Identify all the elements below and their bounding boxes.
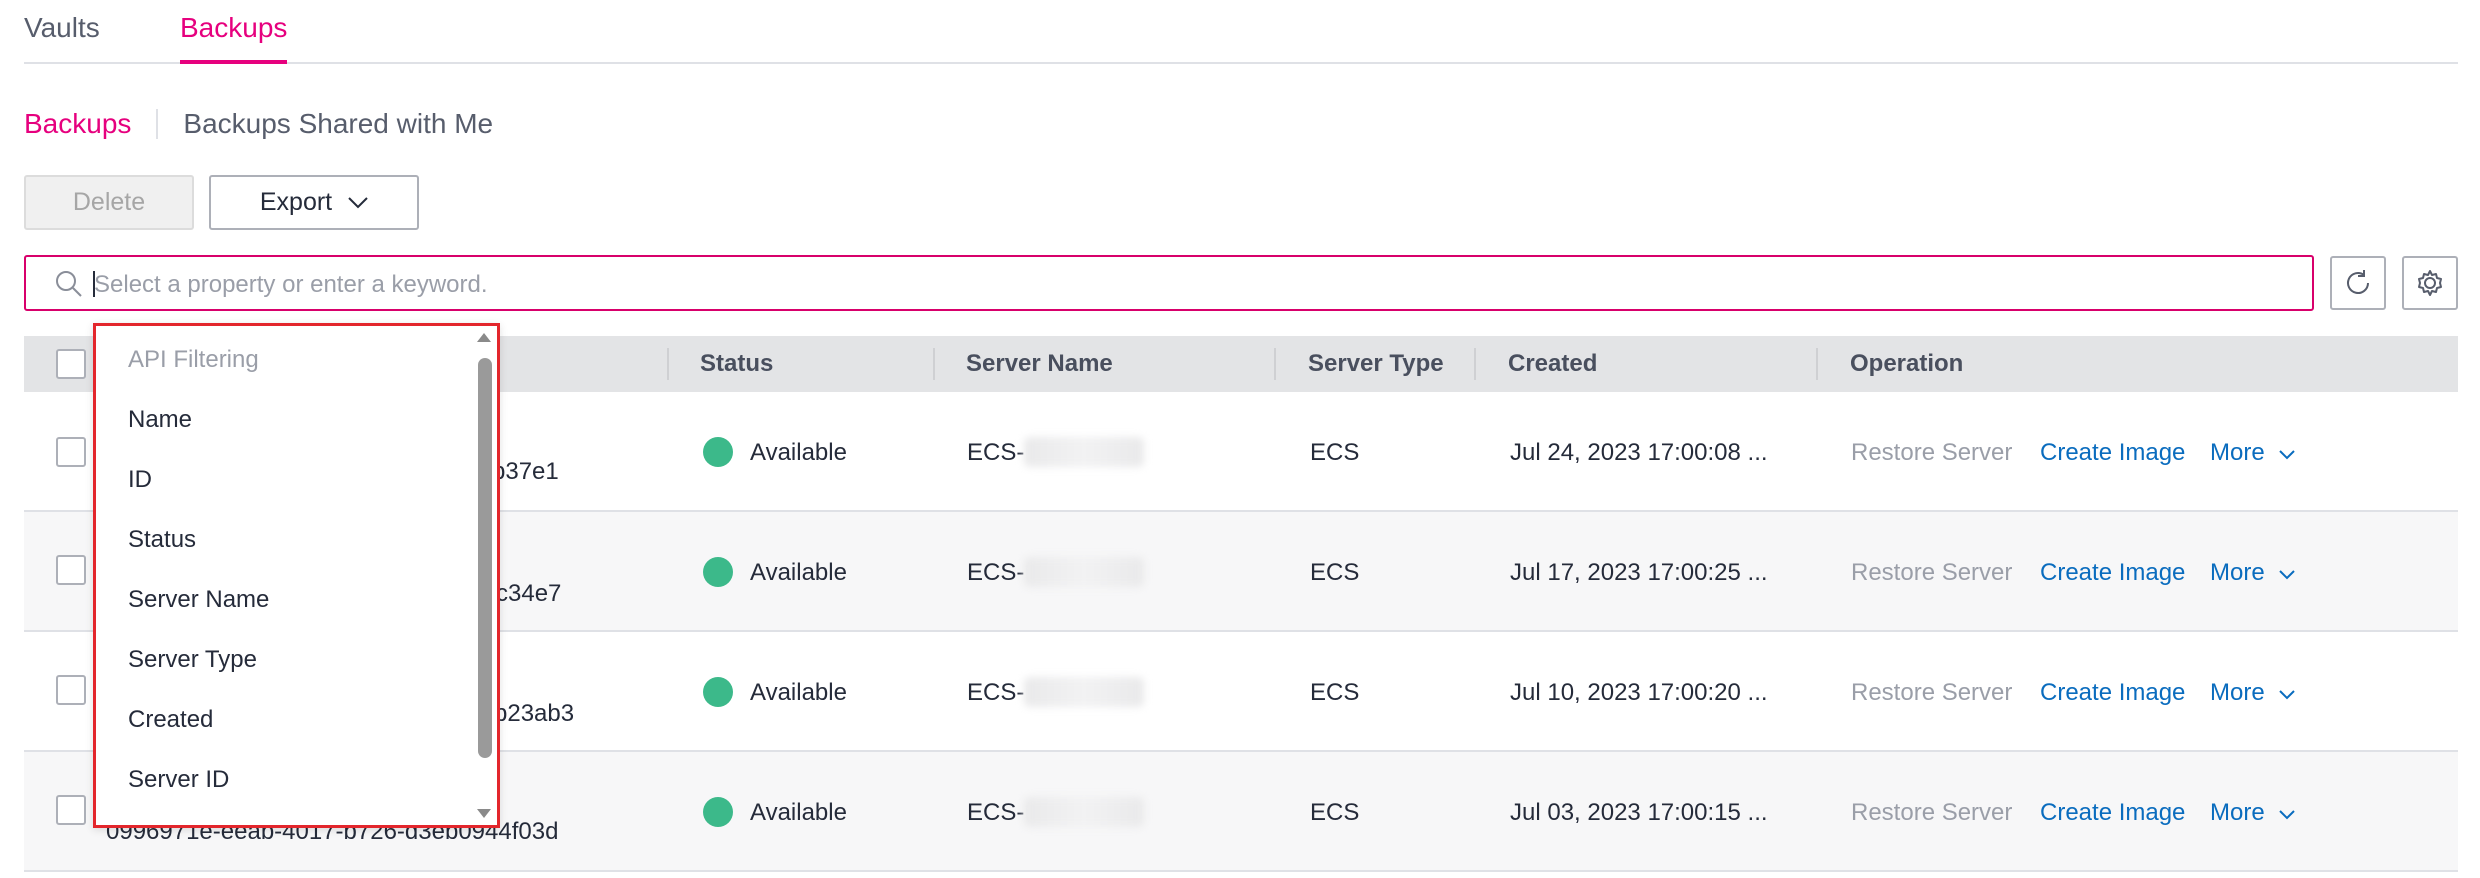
column-separator (667, 348, 669, 380)
search-icon (56, 271, 82, 297)
status-text: Available (750, 439, 847, 466)
tab-vaults[interactable]: Vaults (24, 10, 100, 46)
restore-server-link[interactable]: Restore Server (1851, 799, 2012, 827)
scroll-down-arrow-icon[interactable] (471, 807, 497, 823)
property-dropdown: API Filtering Name ID Status Server Name… (93, 323, 500, 828)
more-menu[interactable]: More (2210, 559, 2296, 587)
restore-server-link[interactable]: Restore Server (1851, 439, 2012, 467)
create-image-link[interactable]: Create Image (2040, 679, 2185, 707)
column-separator (1474, 348, 1476, 380)
dropdown-option-server-id[interactable]: Server ID (128, 766, 229, 794)
search-placeholder: Select a property or enter a keyword. (94, 271, 488, 298)
scrollbar-thumb[interactable] (478, 358, 492, 758)
chevron-down-icon (2279, 570, 2296, 580)
server-name: ECS- (967, 679, 1025, 706)
available-status-icon (703, 677, 733, 707)
column-header-status[interactable]: Status (700, 350, 773, 378)
row-checkbox[interactable] (56, 675, 86, 705)
status-text: Available (750, 799, 847, 826)
redacted-server-name (1024, 797, 1144, 827)
server-name: ECS- (967, 439, 1025, 466)
column-header-created[interactable]: Created (1508, 350, 1597, 378)
more-label: More (2210, 679, 2265, 706)
more-menu[interactable]: More (2210, 439, 2296, 467)
tab-backups[interactable]: Backups (180, 10, 288, 64)
row-checkbox[interactable] (56, 795, 86, 825)
search-input[interactable]: Select a property or enter a keyword. (24, 255, 2314, 311)
redacted-server-name (1024, 557, 1144, 587)
created-time: Jul 24, 2023 17:00:08 ... (1510, 439, 1768, 466)
export-button[interactable]: Export (209, 175, 419, 230)
more-menu[interactable]: More (2210, 799, 2296, 827)
create-image-link[interactable]: Create Image (2040, 439, 2185, 467)
chevron-down-icon (2279, 810, 2296, 820)
column-separator (933, 348, 935, 380)
dropdown-option-created[interactable]: Created (128, 706, 213, 734)
export-label: Export (259, 188, 333, 216)
chevron-down-icon (2279, 690, 2296, 700)
dropdown-option-server-name[interactable]: Server Name (128, 586, 269, 614)
subnav-shared-with-me[interactable]: Backups Shared with Me (183, 108, 493, 140)
created-time: Jul 10, 2023 17:00:20 ... (1510, 679, 1768, 706)
backup-id: b37e1 (492, 458, 559, 485)
server-name: ECS- (967, 799, 1025, 826)
row-checkbox[interactable] (56, 437, 86, 467)
subnav-divider (156, 109, 159, 139)
select-all-checkbox[interactable] (56, 349, 86, 379)
server-name: ECS- (967, 559, 1025, 586)
redacted-server-name (1024, 677, 1144, 707)
subnav-backups[interactable]: Backups (24, 108, 131, 140)
backup-id: b23ab3 (494, 700, 575, 727)
dropdown-option-server-type[interactable]: Server Type (128, 646, 257, 674)
delete-button[interactable]: Delete (24, 175, 194, 230)
dropdown-group-header: API Filtering (128, 346, 259, 373)
row-checkbox[interactable] (56, 555, 86, 585)
chevron-down-icon (348, 196, 368, 208)
restore-server-link[interactable]: Restore Server (1851, 559, 2012, 587)
chevron-down-icon (2279, 450, 2296, 460)
restore-server-link[interactable]: Restore Server (1851, 679, 2012, 707)
more-label: More (2210, 559, 2265, 586)
server-type: ECS (1310, 439, 1360, 466)
create-image-link[interactable]: Create Image (2040, 559, 2185, 587)
top-tabs: Vaults Backups (24, 0, 2458, 64)
column-separator (1816, 348, 1818, 380)
refresh-icon (2347, 270, 2369, 294)
scroll-up-arrow-icon[interactable] (471, 328, 497, 344)
column-separator (1274, 348, 1276, 380)
sub-nav: Backups Backups Shared with Me (24, 106, 493, 142)
column-header-server-name[interactable]: Server Name (966, 350, 1113, 378)
dropdown-option-id[interactable]: ID (128, 466, 152, 494)
dropdown-option-status[interactable]: Status (128, 526, 196, 554)
more-label: More (2210, 799, 2265, 826)
available-status-icon (703, 797, 733, 827)
status-text: Available (750, 559, 847, 586)
server-type: ECS (1310, 679, 1360, 706)
dropdown-option-name[interactable]: Name (128, 406, 192, 434)
status-text: Available (750, 679, 847, 706)
available-status-icon (703, 437, 733, 467)
created-time: Jul 03, 2023 17:00:15 ... (1510, 799, 1768, 826)
column-header-operation: Operation (1850, 350, 1964, 377)
settings-button[interactable] (2402, 256, 2458, 310)
dropdown-scrollbar[interactable] (471, 326, 497, 825)
redacted-server-name (1024, 437, 1144, 467)
more-menu[interactable]: More (2210, 679, 2296, 707)
backup-id: c34e7 (496, 580, 562, 607)
column-header-server-type[interactable]: Server Type (1308, 350, 1444, 378)
server-type: ECS (1310, 799, 1360, 826)
gear-icon (2418, 270, 2442, 296)
create-image-link[interactable]: Create Image (2040, 799, 2185, 827)
server-type: ECS (1310, 559, 1360, 586)
more-label: More (2210, 439, 2265, 466)
available-status-icon (703, 557, 733, 587)
refresh-button[interactable] (2330, 256, 2386, 310)
created-time: Jul 17, 2023 17:00:25 ... (1510, 559, 1768, 586)
